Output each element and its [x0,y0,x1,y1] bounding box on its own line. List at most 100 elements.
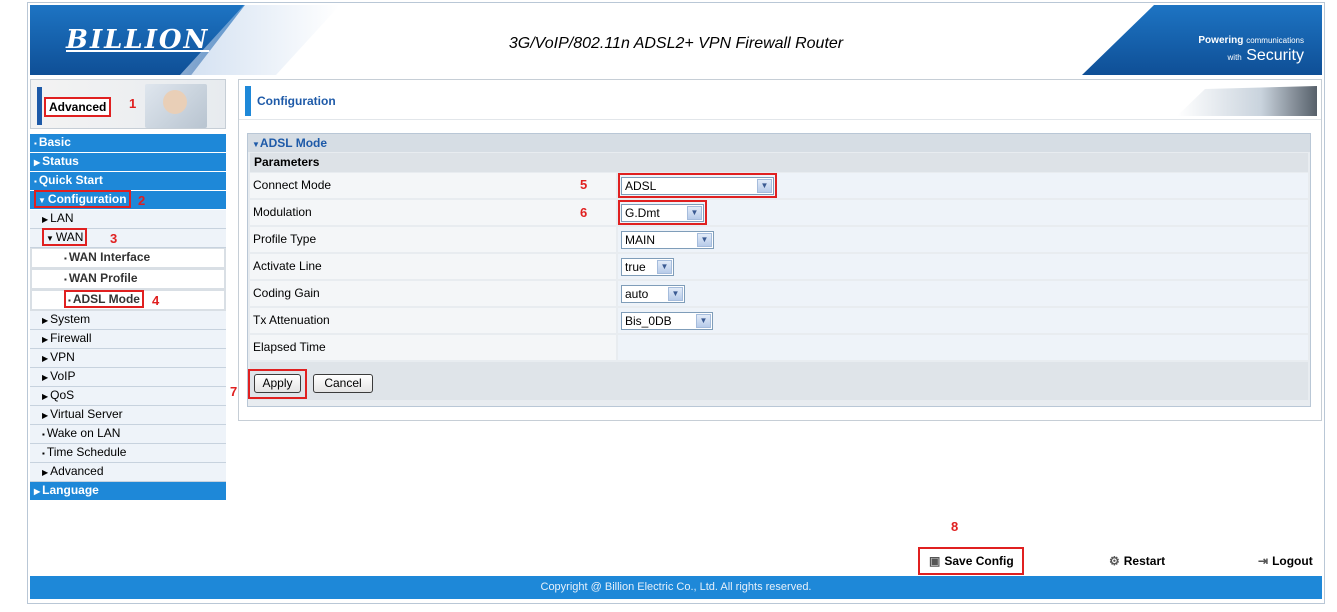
nav-firewall-label: Firewall [50,331,92,345]
profile-type-select[interactable]: MAIN ▼ [621,231,714,249]
advanced-mode-label[interactable]: Advanced [44,97,112,117]
copyright-bar: Copyright @ Billion Electric Co., Ltd. A… [30,576,1322,599]
activate-line-select[interactable]: true ▼ [621,258,674,276]
nav-configuration[interactable]: ▼ Configuration 2 [30,190,226,210]
nav-wan[interactable]: ▼ WAN 3 [30,228,226,248]
nav-adsl-mode-box: ▪ ADSL Mode [64,290,144,308]
nav-wan-box: ▼ WAN [42,228,88,246]
highlight-box-7 [248,369,307,399]
step-marker-5: 5 [580,177,588,192]
nav-lan[interactable]: ▶ LAN [30,210,226,229]
arrow-down-icon: ▼ [38,196,46,205]
nav-time-schedule-label: Time Schedule [46,445,127,459]
activate-line-value: true [625,260,646,274]
content-accent [245,86,251,116]
field-row: Coding Gain auto ▼ [250,281,1308,306]
nav-system[interactable]: ▶ System [30,311,226,330]
field-row: Tx Attenuation Bis_0DB ▼ [250,308,1308,333]
tx-attenuation-select[interactable]: Bis_0DB ▼ [621,312,713,330]
step-marker-6: 6 [580,205,588,220]
nav-wan-interface[interactable]: ▪ WAN Interface [30,248,226,269]
nav-lan-label: LAN [50,211,74,225]
nav-system-label: System [50,312,91,326]
restart-button[interactable]: ⚙ Restart [1109,554,1165,568]
nav-time-schedule[interactable]: ▪ Time Schedule [30,444,226,463]
chevron-down-icon[interactable]: ▼ [697,233,712,247]
arrow-right-icon: ▶ [42,215,49,224]
activate-line-label: Activate Line [250,254,616,279]
arrow-right-icon: ▶ [42,468,49,477]
elapsed-time-value [618,335,1308,360]
tx-attenuation-label: Tx Attenuation [250,308,616,333]
arrow-right-icon: ▶ [42,335,49,344]
support-agent-photo [145,84,207,128]
elapsed-time-label: Elapsed Time [250,335,616,360]
nav-status-label: Status [42,154,79,168]
coding-gain-select[interactable]: auto ▼ [621,285,685,303]
tagline-line-2: with Security [1228,47,1304,65]
nav-virtual-server[interactable]: ▶ Virtual Server [30,406,226,425]
nav-basic[interactable]: ▪ Basic [30,134,226,153]
nav-qos[interactable]: ▶ QoS [30,387,226,406]
nav-adsl-mode[interactable]: ▪ ADSL Mode 4 [30,290,226,311]
nav-quick-start[interactable]: ▪ Quick Start [30,172,226,191]
nav-advanced[interactable]: ▶ Advanced [30,463,226,482]
nav-firewall[interactable]: ▶ Firewall [30,330,226,349]
field-row: Modulation 6 G.Dmt ▼ [250,200,1308,225]
highlight-box-8 [918,547,1024,575]
cancel-button[interactable]: Cancel [313,374,373,393]
connect-mode-cell: ADSL ▼ [618,173,1308,198]
nav-voip-label: VoIP [50,369,76,383]
step-marker-2: 2 [138,193,146,208]
nav-qos-label: QoS [50,388,75,402]
step-marker-7: 7 [230,384,238,399]
coding-gain-value: auto [625,287,649,301]
adsl-mode-panel: ▼ADSL Mode Parameters Connect Mode 5 ADS… [247,133,1311,407]
modulation-cell: G.Dmt ▼ [618,200,1308,225]
activate-line-cell: true ▼ [618,254,1308,279]
tx-attenuation-value: Bis_0DB [625,314,672,328]
nav-vpn[interactable]: ▶ VPN [30,349,226,368]
step-marker-1: 1 [129,96,137,111]
logout-label: Logout [1272,554,1313,568]
arrow-down-icon: ▼ [252,140,260,149]
highlight-box-5 [618,173,777,198]
page-title: Configuration [257,94,336,108]
product-title: 3G/VoIP/802.11n ADSL2+ VPN Firewall Rout… [508,35,844,52]
arrow-right-icon: ▶ [42,354,49,363]
chevron-down-icon[interactable]: ▼ [696,314,711,328]
nav-basic-label: Basic [38,135,71,149]
button-bar: Apply Cancel [248,362,1308,400]
nav-quick-start-label: Quick Start [38,173,103,187]
arrow-right-icon: ▶ [42,392,49,401]
nav-status[interactable]: ▶ Status [30,153,226,172]
arrow-right-icon: ▶ [42,411,49,420]
mode-accent [37,87,42,125]
bullet-icon: ▪ [42,430,45,439]
arrow-right-icon: ▶ [34,158,41,167]
content-area: Configuration ▼ADSL Mode Parameters Conn… [230,79,1322,421]
step-marker-8: 8 [951,519,959,534]
arrow-right-icon: ▶ [42,316,49,325]
chevron-down-icon[interactable]: ▼ [657,260,672,274]
nav-configuration-box: ▼ Configuration [34,190,131,208]
nav-wake-on-lan-label: Wake on LAN [46,426,121,440]
field-row: Profile Type MAIN ▼ [250,227,1308,252]
nav-language[interactable]: ▶ Language [30,482,226,501]
nav-wan-profile[interactable]: ▪ WAN Profile [30,269,226,290]
nav-voip[interactable]: ▶ VoIP [30,368,226,387]
logout-door-icon: ⇥ [1258,554,1269,568]
field-row: Connect Mode 5 ADSL ▼ [250,173,1308,198]
coding-gain-cell: auto ▼ [618,281,1308,306]
chevron-down-icon[interactable]: ▼ [668,287,683,301]
tagline-powering: Powering [1198,35,1244,46]
field-row: Activate Line true ▼ [250,254,1308,279]
header-decoration-image [1177,86,1317,116]
tx-attenuation-cell: Bis_0DB ▼ [618,308,1308,333]
logout-button[interactable]: ⇥ Logout [1258,554,1313,568]
profile-type-cell: MAIN ▼ [618,227,1308,252]
footer-actions: ▣ Save Config ⚙ Restart ⇥ Logout [28,547,1326,575]
restart-label: Restart [1123,554,1166,568]
restart-icon: ⚙ [1109,554,1120,568]
nav-wake-on-lan[interactable]: ▪ Wake on LAN [30,425,226,444]
